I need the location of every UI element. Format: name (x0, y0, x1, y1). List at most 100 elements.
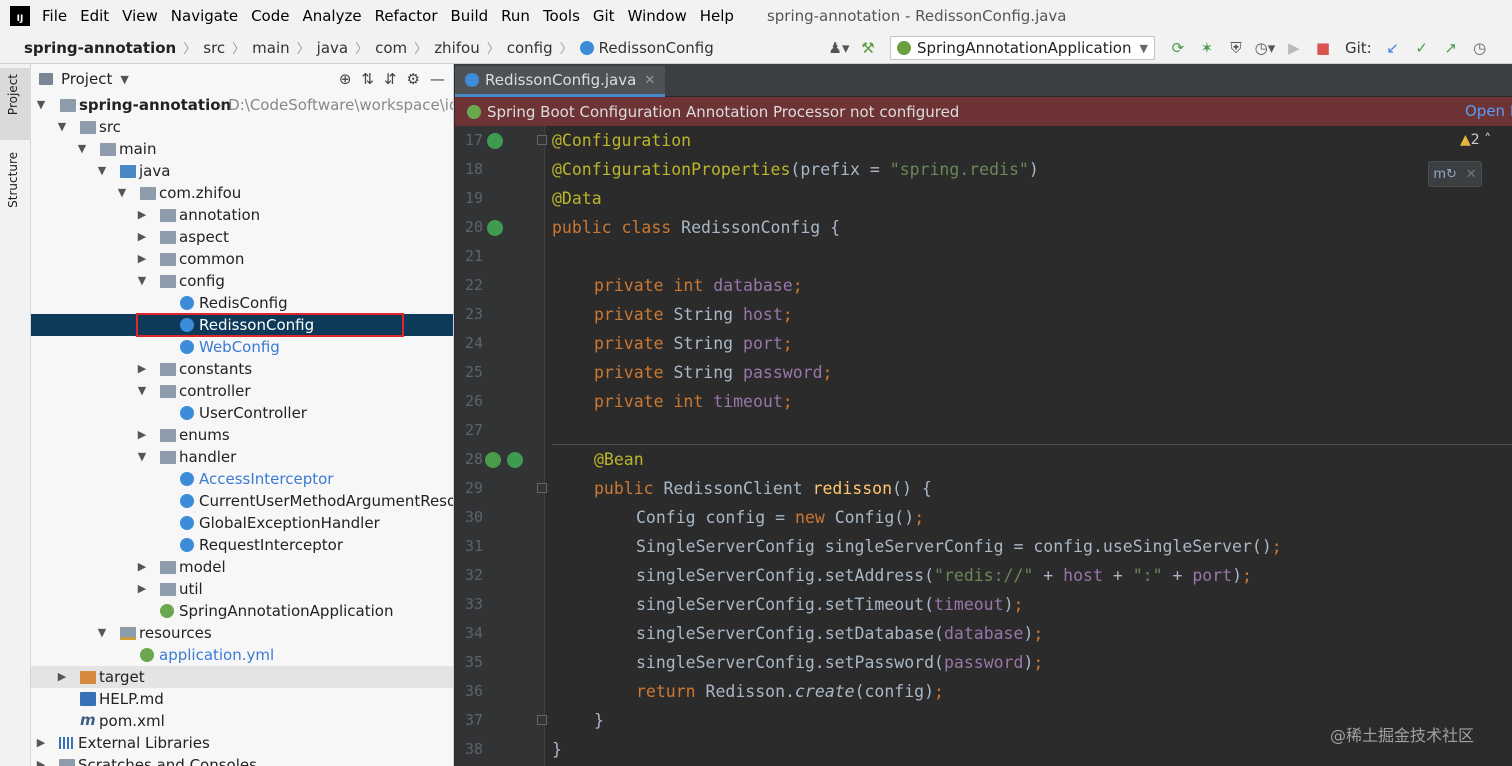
profile-icon[interactable]: ◷▾ (1252, 35, 1278, 61)
git-commit-icon[interactable]: ✓ (1409, 35, 1435, 61)
tree-label: RequestInterceptor (199, 536, 344, 554)
maven-icon: m (80, 711, 96, 729)
editor-tab-redissonconfig[interactable]: RedissonConfig.java ✕ (455, 66, 666, 97)
spring-bean-gutter-icon[interactable] (487, 220, 503, 236)
navigate-gutter-icon[interactable] (485, 452, 501, 468)
tree-item-application-class[interactable]: SpringAnnotationApplication (31, 600, 453, 622)
tree-item-controller[interactable]: ▼ controller (31, 380, 453, 402)
tree-item-globalexceptionhandler[interactable]: GlobalExceptionHandler (31, 512, 453, 534)
tree-item-redisconfig[interactable]: RedisConfig (31, 292, 453, 314)
keyword-token: private (594, 363, 674, 382)
spring-boot-icon (897, 41, 911, 55)
tree-item-pom[interactable]: m pom.xml (31, 710, 453, 732)
menu-refactor[interactable]: Refactor (375, 7, 438, 25)
spring-bean-gutter-icon[interactable] (507, 452, 523, 468)
fold-marker-icon[interactable] (537, 715, 547, 725)
editor-tab-bar: RedissonConfig.java ✕ (455, 64, 1512, 97)
tree-item-resources[interactable]: ▼ resources (31, 622, 453, 644)
tree-item-accessinterceptor[interactable]: AccessInterceptor (31, 468, 453, 490)
tree-item-util[interactable]: ▶ util (31, 578, 453, 600)
tree-item-handler[interactable]: ▼ handler (31, 446, 453, 468)
breadcrumb-src[interactable]: src (199, 39, 229, 57)
debug-icon[interactable]: ✶ (1194, 35, 1220, 61)
build-hammer-icon[interactable]: ⚒ (855, 35, 881, 61)
breadcrumb-com[interactable]: com (371, 39, 411, 57)
spring-bean-gutter-icon[interactable] (487, 133, 503, 149)
fold-marker-icon[interactable] (537, 135, 547, 145)
banner-open-link[interactable]: Open D (1465, 97, 1512, 126)
tree-item-common[interactable]: ▶ common (31, 248, 453, 270)
history-icon[interactable]: ◷ (1467, 35, 1493, 61)
tree-item-argumentresolver[interactable]: CurrentUserMethodArgumentResolver (31, 490, 453, 512)
code-line-22: private int database; (594, 271, 803, 300)
tree-item-external-libraries[interactable]: ▶ External Libraries (31, 732, 453, 754)
breadcrumb-main[interactable]: main (248, 39, 293, 57)
tree-item-src[interactable]: ▼ src (31, 116, 453, 138)
code-token: RedissonConfig { (681, 218, 841, 237)
project-view-select[interactable]: Project ▼ (39, 70, 129, 88)
chevron-down-icon: ▼ (1139, 41, 1148, 55)
tree-item-help-md[interactable]: HELP.md (31, 688, 453, 710)
tree-item-project-root[interactable]: ▼ spring-annotation - D:\CodeSoftware\wor… (31, 94, 453, 116)
tree-item-requestinterceptor[interactable]: RequestInterceptor (31, 534, 453, 556)
close-icon[interactable]: ✕ (644, 73, 655, 88)
code-area[interactable]: @Configuration @ConfigurationProperties(… (552, 126, 1512, 766)
user-icon[interactable]: ♟▾ (826, 35, 852, 61)
tree-item-webconfig[interactable]: WebConfig (31, 336, 453, 358)
menu-code[interactable]: Code (251, 7, 289, 25)
collapse-all-icon[interactable]: ⇵ (384, 70, 397, 88)
menu-help[interactable]: Help (700, 7, 734, 25)
breadcrumb-file[interactable]: RedissonConfig (576, 39, 718, 57)
menu-tools[interactable]: Tools (543, 7, 580, 25)
minimize-icon[interactable]: — (430, 70, 445, 88)
menu-view[interactable]: View (122, 7, 158, 25)
tree-item-scratches[interactable]: ▶ Scratches and Consoles (31, 754, 453, 766)
tree-item-package[interactable]: ▼ com.zhifou (31, 182, 453, 204)
git-update-icon[interactable]: ↙ (1380, 35, 1406, 61)
breadcrumb-java[interactable]: java (313, 39, 352, 57)
tree-item-config[interactable]: ▼ config (31, 270, 453, 292)
menu-git[interactable]: Git (593, 7, 615, 25)
tool-tab-structure[interactable]: Structure (6, 152, 20, 208)
tree-item-model[interactable]: ▶ model (31, 556, 453, 578)
coverage-icon[interactable]: ⛨ (1223, 35, 1249, 61)
tool-tab-project[interactable]: Project (6, 74, 20, 115)
tree-item-usercontroller[interactable]: UserController (31, 402, 453, 424)
code-token: } (594, 711, 604, 730)
gear-icon[interactable]: ⚙ (407, 70, 420, 88)
breadcrumb-project[interactable]: spring-annotation (20, 39, 180, 57)
project-panel-tools: ⊕ ⇅ ⇵ ⚙ — (339, 64, 445, 94)
tree-item-constants[interactable]: ▶ constants (31, 358, 453, 380)
menu-build[interactable]: Build (451, 7, 489, 25)
run-icon[interactable]: ▶ (1281, 35, 1307, 61)
menu-run[interactable]: Run (501, 7, 530, 25)
tree-item-main[interactable]: ▼ main (31, 138, 453, 160)
line-number: 36 (464, 682, 483, 700)
tree-item-target[interactable]: ▶ target (31, 666, 453, 688)
tree-item-enums[interactable]: ▶ enums (31, 424, 453, 446)
menu-file[interactable]: File (42, 7, 67, 25)
rerun-icon[interactable]: ⟳ (1165, 35, 1191, 61)
tree-item-java[interactable]: ▼ java (31, 160, 453, 182)
package-icon (160, 209, 176, 222)
menu-window[interactable]: Window (628, 7, 687, 25)
expand-all-icon[interactable]: ⇅ (361, 70, 374, 88)
fold-marker-icon[interactable] (537, 483, 547, 493)
menu-edit[interactable]: Edit (80, 7, 109, 25)
git-push-icon[interactable]: ↗ (1438, 35, 1464, 61)
stop-icon[interactable]: ■ (1310, 35, 1336, 61)
tree-item-application-yml[interactable]: application.yml (31, 644, 453, 666)
code-token: () { (892, 479, 932, 498)
menu-navigate[interactable]: Navigate (171, 7, 238, 25)
package-icon (160, 231, 176, 244)
menu-analyze[interactable]: Analyze (302, 7, 361, 25)
tree-label: com.zhifou (159, 184, 242, 202)
breadcrumb-zhifou[interactable]: zhifou (430, 39, 484, 57)
tree-item-aspect[interactable]: ▶ aspect (31, 226, 453, 248)
tree-label: resources (139, 624, 212, 642)
run-configuration-select[interactable]: SpringAnnotationApplication ▼ (890, 36, 1155, 60)
locate-file-icon[interactable]: ⊕ (339, 70, 352, 88)
breadcrumb-config[interactable]: config (503, 39, 557, 57)
tree-item-annotation[interactable]: ▶ annotation (31, 204, 453, 226)
tree-item-redissonconfig[interactable]: RedissonConfig (31, 314, 453, 336)
